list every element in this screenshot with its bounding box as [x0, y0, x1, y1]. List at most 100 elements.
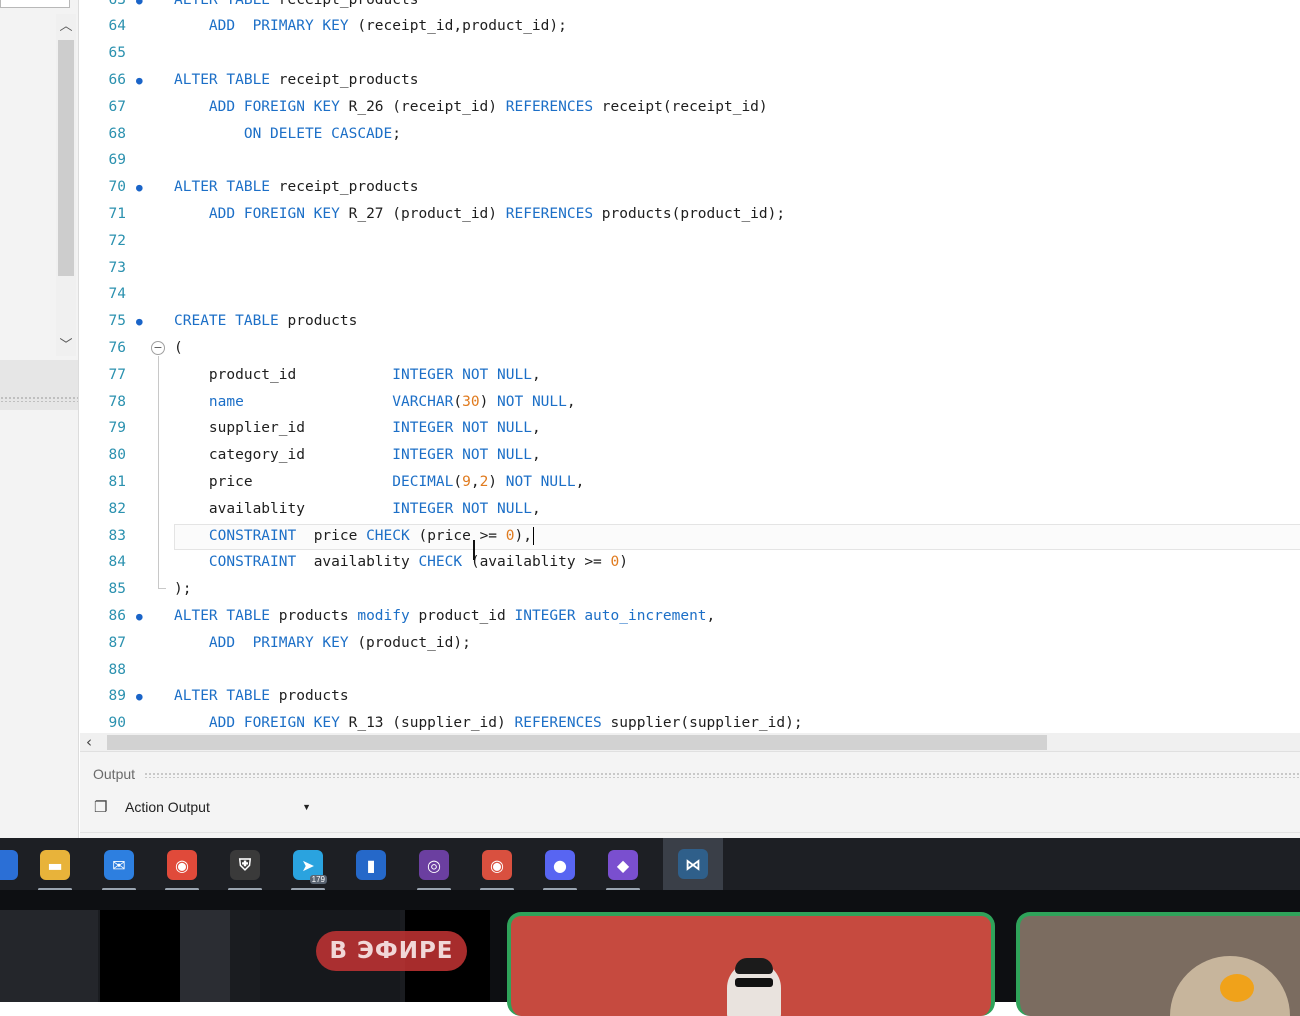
code-line[interactable]: 65 — [80, 40, 1300, 67]
statement-marker-icon[interactable]: ● — [136, 0, 143, 14]
code-line[interactable]: 86 ● ALTER TABLE products modify product_i… — [80, 603, 1300, 630]
statement-marker-icon[interactable]: ● — [136, 683, 143, 710]
mail-icon: ✉ — [104, 850, 134, 880]
code-text: ON DELETE CASCADE; — [174, 121, 401, 148]
code-line[interactable]: 67 ADD FOREIGN KEY R_26 (receipt_id) REF… — [80, 94, 1300, 121]
sql-text: products — [278, 607, 358, 624]
code-line[interactable]: 68 ON DELETE CASCADE; — [80, 121, 1300, 148]
taskbar-file-explorer-button[interactable]: ▬ — [32, 844, 78, 891]
line-number: 86 — [108, 607, 126, 624]
line-number: 63 — [80, 0, 126, 14]
code-text: category_id INTEGER NOT NULL, — [174, 442, 541, 469]
avatar — [1170, 956, 1290, 1016]
statement-marker-icon[interactable]: ● — [136, 174, 143, 201]
scroll-down-icon[interactable]: ﹀ — [56, 335, 76, 355]
code-line[interactable]: 69 — [80, 147, 1300, 174]
chrome-profile-icon: ◉ — [482, 850, 512, 880]
output-grip[interactable] — [144, 772, 1300, 778]
code-line[interactable]: 75 ● CREATE TABLE products — [80, 308, 1300, 335]
sql-text: receipt_products — [278, 71, 419, 88]
code-line[interactable]: 64 ADD PRIMARY KEY (receipt_id,product_i… — [80, 13, 1300, 40]
code-line[interactable]: 89 ● ALTER TABLE products — [80, 683, 1300, 710]
code-line[interactable]: 63 ● ALTER TABLE receipt_products — [80, 0, 1300, 14]
panel-grip[interactable] — [0, 396, 78, 402]
participant-tile[interactable] — [1016, 912, 1300, 1016]
code-line[interactable]: 90 ADD FOREIGN KEY R_13 (supplier_id) RE… — [80, 710, 1300, 735]
horizontal-scroll-thumb[interactable] — [107, 735, 1047, 750]
panel-divider[interactable] — [0, 360, 78, 410]
statement-marker-icon[interactable]: ● — [136, 603, 143, 630]
sql-keyword: NOT NULL — [505, 473, 576, 490]
code-line[interactable]: 83 CONSTRAINT price CHECK (price >= 0), — [80, 523, 1300, 550]
github-desktop-icon: ◎ — [419, 850, 449, 880]
sql-text: supplier_id — [174, 420, 393, 437]
code-line[interactable]: 84 CONSTRAINT availablity CHECK (availab… — [80, 549, 1300, 576]
scroll-left-icon[interactable]: ‹ — [86, 733, 102, 751]
sql-keyword: CONSTRAINT — [208, 554, 297, 571]
code-text: ALTER TABLE receipt_products — [174, 174, 418, 201]
code-line[interactable]: 73 — [80, 255, 1300, 282]
code-line[interactable]: 70 ● ALTER TABLE receipt_products — [80, 174, 1300, 201]
code-line[interactable]: 74 — [80, 281, 1300, 308]
statement-marker-icon[interactable]: ● — [136, 67, 143, 94]
taskbar-mysql-workbench-button[interactable]: ⋈ — [663, 838, 723, 890]
taskbar-visual-studio-button[interactable]: ◆ — [600, 844, 646, 891]
taskbar-start-tile-button[interactable] — [0, 844, 26, 886]
navigator-scroll-thumb[interactable] — [58, 40, 74, 276]
sql-text: , — [531, 420, 541, 437]
output-type-label: Action Output — [125, 799, 210, 815]
participant-tile[interactable] — [507, 912, 995, 1016]
code-text: ALTER TABLE products modify product_id I… — [174, 603, 715, 630]
statement-marker-icon[interactable]: ● — [136, 308, 143, 335]
taskbar-discord-app-button[interactable]: ● — [537, 844, 583, 891]
sql-text: receipt_products — [278, 179, 419, 196]
stream-overlay: В ЭФИРЕ — [0, 890, 1300, 1016]
taskbar-book-app-button[interactable]: ▮ — [348, 844, 394, 886]
code-line[interactable]: 71 ADD FOREIGN KEY R_27 (product_id) REF… — [80, 201, 1300, 228]
taskbar-world-of-tanks-button[interactable]: ⛨ — [222, 844, 268, 891]
code-text: ADD PRIMARY KEY (receipt_id,product_id); — [174, 13, 567, 40]
code-line[interactable]: 87 ADD PRIMARY KEY (product_id); — [80, 630, 1300, 657]
sql-keyword: ALTER TABLE — [174, 179, 279, 196]
code-line[interactable]: 66 ● ALTER TABLE receipt_products — [80, 67, 1300, 94]
sql-text: availablity — [296, 554, 419, 571]
discord-app-icon: ● — [545, 850, 575, 880]
sql-text: supplier(supplier_id); — [610, 715, 803, 732]
sql-keyword: CONSTRAINT — [208, 527, 297, 544]
sql-keyword: REFERENCES — [514, 715, 611, 732]
output-type-select[interactable]: Action Output ▼ — [120, 796, 315, 818]
code-line[interactable]: 72 — [80, 228, 1300, 255]
sql-text: ( — [174, 339, 183, 356]
editor-horizontal-scrollbar[interactable]: ‹ — [80, 733, 1300, 751]
taskbar-mail-button[interactable]: ✉ — [96, 844, 142, 891]
line-number: 82 — [108, 500, 126, 517]
code-text: supplier_id INTEGER NOT NULL, — [174, 415, 541, 442]
chevron-down-icon[interactable]: ▼ — [302, 796, 311, 818]
fold-guide — [158, 356, 159, 588]
code-line[interactable]: 81 price DECIMAL(9,2) NOT NULL, — [80, 469, 1300, 496]
fold-collapse-icon[interactable]: − — [151, 341, 165, 355]
copy-icon[interactable]: ❐ — [94, 798, 110, 816]
sql-keyword: ADD FOREIGN KEY — [208, 98, 349, 115]
taskbar-telegram-button[interactable]: ➤ 179 — [285, 844, 331, 891]
taskbar-github-desktop-button[interactable]: ◎ — [411, 844, 457, 891]
code-line[interactable]: 79 supplier_id INTEGER NOT NULL, — [80, 415, 1300, 442]
line-number: 66 — [108, 71, 126, 88]
code-line[interactable]: 80 category_id INTEGER NOT NULL, — [80, 442, 1300, 469]
code-line[interactable]: 78 name VARCHAR(30) NOT NULL, — [80, 389, 1300, 416]
code-line[interactable]: 82 availablity INTEGER NOT NULL, — [80, 496, 1300, 523]
scroll-up-icon[interactable]: ︿ — [56, 16, 76, 36]
navigator-scrollbar[interactable] — [56, 14, 76, 356]
taskbar-chrome-profile-button[interactable]: ◉ — [474, 844, 520, 891]
code-line[interactable]: 76 ( — [80, 335, 1300, 362]
code-line[interactable]: 85); — [80, 576, 1300, 603]
sql-keyword: INTEGER NOT NULL — [392, 500, 532, 517]
code-line[interactable]: 77 product_id INTEGER NOT NULL, — [80, 362, 1300, 389]
taskbar-chrome-button[interactable]: ◉ — [159, 844, 205, 891]
sql-editor[interactable]: 63 ● ALTER TABLE receipt_products 64 ADD PR… — [80, 0, 1300, 735]
code-text: product_id INTEGER NOT NULL, — [174, 362, 541, 389]
code-line[interactable]: 88 — [80, 657, 1300, 684]
